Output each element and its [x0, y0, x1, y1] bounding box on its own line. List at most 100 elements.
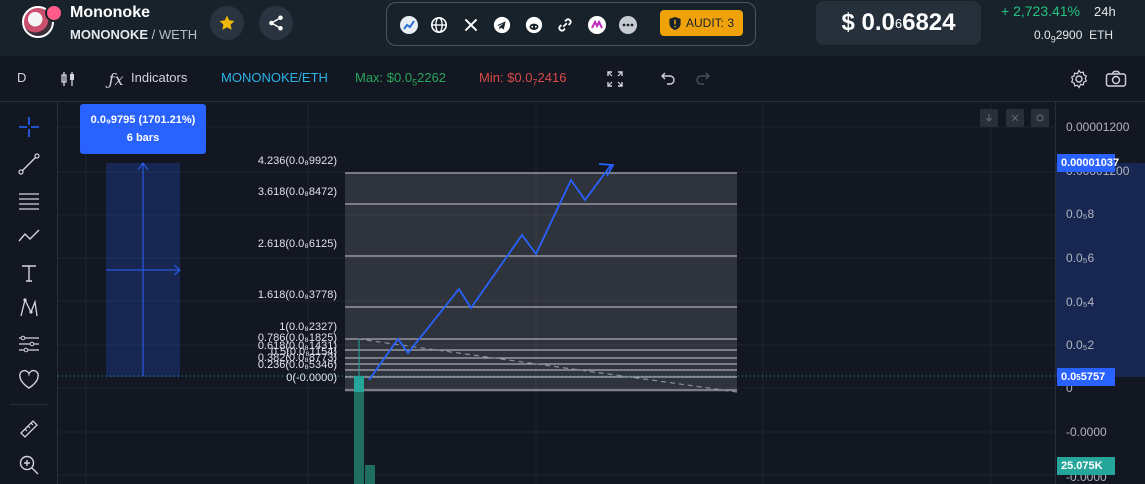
axis-tag-current: 0.0 5 5757 [1057, 368, 1115, 386]
price-axis[interactable]: 0.00001200 0.00001200 0.0₅8 0.0₅6 0.0₅4 … [1055, 102, 1145, 484]
crosshair-icon [19, 117, 39, 137]
pair-base: MONONOKE [70, 27, 148, 42]
heart-icon [19, 369, 39, 389]
eth-unit: ETH [1089, 28, 1114, 42]
price-prefix: $ 0.0 [841, 9, 895, 36]
chart-canvas[interactable] [58, 102, 1055, 484]
favorite-button[interactable] [210, 6, 244, 40]
undo-button[interactable] [656, 68, 678, 90]
indicators-button[interactable]: Indicators [131, 70, 187, 85]
fib-label-0: 0(-0.0000) [286, 372, 337, 384]
axis-tag-main: 5757 [1080, 371, 1106, 383]
toolbar-divider [10, 404, 48, 405]
scroll-down-button[interactable] [980, 109, 998, 127]
gear-icon [1036, 114, 1044, 122]
screenshot-button[interactable] [1105, 68, 1127, 90]
axis-tag-prefix: 0.0 [1061, 371, 1077, 383]
axis-tag-volume: 25.075K [1057, 457, 1115, 475]
measure-tooltip-value: 0.0₉9795 (1701.21%) [90, 114, 196, 126]
share-icon [269, 15, 283, 31]
fullscreen-button[interactable] [604, 68, 626, 90]
interval-selector[interactable]: D [17, 70, 26, 85]
fib-extension-box[interactable] [345, 173, 737, 392]
candle-type-button[interactable] [57, 68, 79, 90]
favorites-tool[interactable] [16, 366, 42, 392]
axis-label: 0.0₅6 [1066, 251, 1095, 265]
trendline-tool[interactable] [16, 151, 42, 177]
max-prefix: Max: $0.0 [355, 70, 413, 85]
star-icon [219, 15, 235, 30]
measure-tooltip-bars: 6 bars [126, 132, 160, 144]
axis-tag-top: 0.00001037 [1057, 154, 1119, 172]
axis-label: -0.0000 [1066, 425, 1107, 439]
chart-pane[interactable] [58, 102, 1055, 484]
text-icon [22, 265, 36, 282]
reddit-icon[interactable] [523, 14, 545, 36]
pair-line: MONONOKE / WETH [70, 27, 197, 42]
x-icon[interactable] [460, 14, 482, 36]
price-change: + 2,723.41% [1001, 3, 1081, 19]
measure-tool[interactable] [16, 331, 42, 357]
max-main: 2262 [417, 70, 447, 85]
max-price: Max: $0.052262 [355, 70, 446, 88]
fib-label-2618: 2.618(0.0₈6125) [257, 238, 337, 250]
eth-price-prefix: 0.0 [1034, 28, 1051, 42]
settings-button[interactable] [1068, 68, 1090, 90]
forecast-icon [19, 335, 39, 353]
price-main: 6824 [902, 9, 956, 36]
eth-price: 0.092900 ETH [1034, 28, 1113, 44]
chain-logo-icon [45, 4, 63, 22]
fib-label-0236: 0.236(0.0₈5346) [257, 359, 337, 371]
more-icon[interactable] [617, 14, 639, 36]
pair-symbol[interactable]: MONONOKE/ETH [221, 70, 328, 85]
globe-icon[interactable] [428, 14, 450, 36]
drawing-settings-button[interactable] [1031, 109, 1049, 127]
arrow-down-icon [985, 114, 993, 122]
telegram-icon[interactable] [491, 14, 513, 36]
ruler-tool[interactable] [16, 416, 42, 442]
pair-quote: WETH [158, 27, 198, 42]
header: Mononoke MONONOKE / WETH AUDIT: 3 $ 0.0 … [0, 0, 1145, 56]
crosshair-tool[interactable] [16, 114, 42, 140]
zoom-tool[interactable] [16, 452, 42, 478]
chart-toolbar: D ƒx Indicators MONONOKE/ETH Max: $0.052… [0, 56, 1145, 102]
text-tool[interactable] [16, 260, 42, 286]
candlestick-icon [61, 72, 74, 86]
indicators-icon[interactable]: ƒx [105, 68, 127, 90]
redo-button[interactable] [693, 68, 715, 90]
fib-label-3618: 3.618(0.0₈8472) [257, 186, 337, 198]
fib-retracement-icon [19, 193, 39, 210]
drawing-toolbar [0, 102, 58, 484]
share-button[interactable] [259, 6, 293, 40]
fib-tool[interactable] [16, 188, 42, 214]
min-main: 2416 [537, 70, 567, 85]
close-icon [1011, 114, 1019, 122]
measure-tooltip: 0.0₉9795 (1701.21%) 6 bars [80, 104, 206, 154]
chart-icon[interactable] [398, 14, 420, 36]
volume-bar [354, 392, 364, 484]
pattern-tool[interactable] [16, 223, 42, 249]
brand-icon[interactable] [586, 14, 608, 36]
gear-icon [1070, 69, 1088, 89]
zoom-in-icon [19, 455, 39, 475]
xabcd-tool[interactable] [16, 295, 42, 321]
audit-label: AUDIT: 3 [685, 16, 734, 30]
axis-label: 0.0₅4 [1066, 295, 1095, 309]
link-icon[interactable] [554, 14, 576, 36]
volume-bar [365, 465, 375, 484]
camera-icon [1105, 70, 1127, 87]
token-name: Mononoke [70, 4, 150, 21]
remove-drawing-button[interactable] [1006, 109, 1024, 127]
min-prefix: Min: $0.0 [479, 70, 533, 85]
shield-icon [669, 16, 681, 30]
xabcd-pattern-icon [20, 298, 38, 317]
eth-price-main: 2900 [1055, 28, 1083, 42]
axis-label: 0.0₅2 [1066, 338, 1095, 352]
redo-icon [696, 72, 710, 85]
min-price: Min: $0.072416 [479, 70, 566, 88]
audit-badge[interactable]: AUDIT: 3 [660, 10, 743, 36]
trendline-icon [18, 153, 40, 175]
pair-separator: / [148, 27, 159, 42]
fib-label-1618: 1.618(0.0₈3778) [257, 289, 337, 301]
ruler-icon [20, 420, 38, 438]
